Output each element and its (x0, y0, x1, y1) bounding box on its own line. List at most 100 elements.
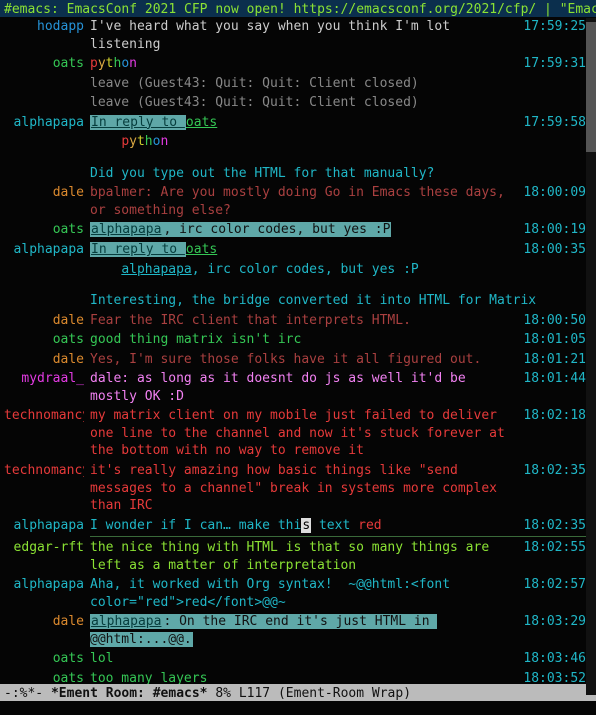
minibuffer[interactable] (0, 701, 596, 715)
nick: oats (4, 55, 84, 73)
text-span: bpalmer: Are you mostly doing Go in Emac… (90, 185, 513, 218)
nick: mydraal_ (4, 370, 84, 388)
text-span: leave (Guest43: Quit: Quit: Client close… (90, 76, 419, 91)
timestamp: 18:03:46 (523, 650, 586, 668)
text-span: Yes, I'm sure those folks have it all fi… (90, 352, 481, 367)
message-body: alphapapa, irc color codes, but yes :P (90, 221, 517, 239)
timestamp: 17:59:25 (523, 18, 586, 36)
modeline-pos: 8% L117 (208, 686, 278, 701)
message-row: alphapapaI wonder if I can… make this te… (4, 517, 586, 535)
message-row: mydraal_ dale: as long as it doesnt do js… (4, 370, 586, 405)
reply-link[interactable]: alphapapa (90, 222, 162, 237)
message-row: Did you type out the HTML for that manua… (4, 165, 586, 183)
text-span: leave (Guest43: Quit: Quit: Client close… (90, 95, 419, 110)
message-body: my matrix client on my mobile just faile… (90, 407, 517, 460)
message-row: alphapapaIn reply to oats17:59:58 (4, 114, 586, 132)
reply-link[interactable]: alphapapa (90, 614, 162, 629)
message-body: I've heard what you say when you think I… (90, 18, 517, 53)
message-body: too many layers (90, 670, 517, 684)
message-body: In reply to oats (90, 241, 517, 259)
text-span: n (160, 134, 168, 149)
message-list[interactable]: hodapp I've heard what you say when you t… (0, 17, 596, 684)
header-bar: #emacs: EmacsConf 2021 CFP now open! htt… (0, 0, 596, 17)
text-span: p (90, 56, 98, 71)
message-body: leave (Guest43: Quit: Quit: Client close… (90, 94, 580, 112)
text-span: the nice thing with HTML is that so many… (90, 540, 497, 573)
text-span: dale: as long as it doesnt do js as well… (90, 371, 474, 404)
text-span: , irc color codes, but yes :P (192, 262, 419, 277)
timestamp: 18:01:21 (523, 351, 586, 369)
nick: hodapp (4, 18, 84, 36)
text-span: my matrix client on my mobile just faile… (90, 408, 513, 458)
text-span: Fear the IRC client that interprets HTML… (90, 313, 411, 328)
nick: oats (4, 331, 84, 349)
text-span: I've heard what you say when you think I… (90, 19, 458, 52)
text-span: oats (186, 115, 217, 130)
nick: oats (4, 650, 84, 668)
text-span: alphapapa (121, 262, 191, 277)
message-row: technomancy it's really amazing how basic… (4, 462, 586, 515)
message-row: oatspython17:59:31 (4, 55, 586, 73)
text-span: Did you type out the HTML for that manua… (90, 166, 434, 181)
highlighted-text: , irc color codes, but yes :P (162, 222, 391, 237)
message-body: bpalmer: Are you mostly doing Go in Emac… (90, 184, 517, 219)
message-row: oats too many layers 18:03:52 (4, 670, 586, 684)
text-span: y (98, 56, 106, 71)
modeline-buffer: *Ement Room: #emacs* (51, 686, 208, 701)
nick: oats (4, 221, 84, 239)
text-span: lol (90, 651, 113, 666)
message-body: I wonder if I can… make this text red (90, 517, 517, 535)
message-row: technomancymy matrix client on my mobile… (4, 407, 586, 460)
message-body: alphapapa, irc color codes, but yes :P (90, 261, 580, 279)
text-span: t (137, 134, 145, 149)
timestamp: 18:00:09 (523, 184, 586, 202)
timestamp: 17:59:31 (523, 55, 586, 73)
message-row: alphapapaIn reply to oats18:00:35 (4, 241, 586, 259)
text-span: text (311, 518, 358, 533)
message-body: it's really amazing how basic things lik… (90, 462, 517, 515)
modeline-left: -:%*- (4, 686, 51, 701)
nick: technomancy (4, 462, 84, 480)
timestamp: 18:01:05 (523, 331, 586, 349)
text-span: n (129, 56, 137, 71)
message-body: Did you type out the HTML for that manua… (90, 165, 580, 183)
message-body: python (90, 133, 580, 151)
message-body: In reply to oats (90, 114, 517, 132)
nick: dale (4, 351, 84, 369)
message-row: dale bpalmer: Are you mostly doing Go in … (4, 184, 586, 219)
channel-name: #emacs (4, 2, 51, 17)
timestamp: 18:03:29 (523, 613, 586, 631)
modeline: -:%*- *Ement Room: #emacs* 8% L117 (Emen… (0, 684, 596, 701)
message-body: leave (Guest43: Quit: Quit: Client close… (90, 75, 580, 93)
text-span: it's really amazing how basic things lik… (90, 463, 505, 513)
text-span: oats (186, 242, 217, 257)
message-row: dale Yes, I'm sure those folks have it al… (4, 351, 586, 369)
message-body: dale: as long as it doesnt do js as well… (90, 370, 517, 405)
timestamp: 18:03:52 (523, 670, 586, 684)
scrollbar-track[interactable] (586, 18, 596, 695)
message-row: hodapp I've heard what you say when you t… (4, 18, 586, 53)
text-span: red (358, 518, 381, 533)
reply-link[interactable]: In reply to (90, 242, 186, 257)
timestamp: 18:01:44 (523, 370, 586, 388)
channel-topic: EmacsConf 2021 CFP now open! https://ema… (67, 2, 596, 17)
text-span: o (121, 56, 129, 71)
reply-link[interactable]: In reply to (90, 115, 186, 130)
message-row: dalealphapapa: On the IRC end it's just … (4, 613, 586, 648)
timestamp: 18:00:19 (523, 221, 586, 239)
timestamp: 18:02:35 (523, 462, 586, 480)
timestamp: 17:59:58 (523, 114, 586, 132)
nick: alphapapa (4, 576, 84, 594)
message-row: leave (Guest43: Quit: Quit: Client close… (4, 75, 586, 93)
message-body: Fear the IRC client that interprets HTML… (90, 312, 517, 330)
message-body: Interesting, the bridge converted it int… (90, 292, 580, 310)
nick: dale (4, 184, 84, 202)
read-marker (90, 536, 586, 537)
modeline-mode: (Ement-Room Wrap) (278, 686, 411, 701)
nick: oats (4, 670, 84, 684)
text-span: y (129, 134, 137, 149)
message-row: alphapapaAha, it worked with Org syntax!… (4, 576, 586, 611)
scrollbar-thumb[interactable] (586, 22, 596, 152)
message-body: good thing matrix isn't irc (90, 331, 517, 349)
timestamp: 18:02:35 (523, 517, 586, 535)
